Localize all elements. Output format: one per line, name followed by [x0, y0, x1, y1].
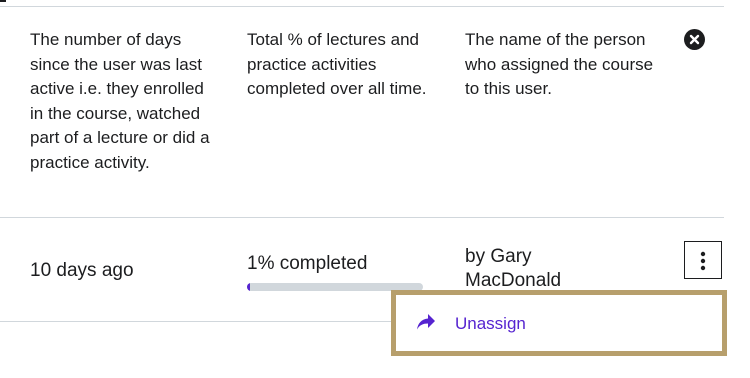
unassign-label: Unassign — [455, 314, 526, 333]
divider — [0, 321, 400, 322]
assigned-by-description: The name of the person who assigned the … — [465, 30, 654, 98]
close-button[interactable] — [684, 29, 705, 50]
top-edge-mark — [0, 0, 6, 2]
unassign-menu-item[interactable]: Unassign — [396, 295, 722, 351]
assigned-by-value: by Gary MacDonald — [465, 246, 562, 291]
divider — [0, 6, 724, 7]
divider — [0, 217, 724, 218]
more-vertical-icon — [700, 251, 706, 271]
last-active-value: 10 days ago — [30, 260, 134, 281]
progress-label: 1% completed — [247, 253, 368, 274]
progress-bar-fill — [247, 283, 250, 291]
more-options-button[interactable] — [684, 241, 722, 279]
share-arrow-icon — [417, 314, 435, 330]
progress-description: Total % of lectures and practice activit… — [247, 30, 427, 98]
close-circle-icon — [689, 34, 700, 45]
action-menu: Unassign — [391, 290, 727, 356]
last-active-description: The number of days since the user was la… — [30, 30, 210, 172]
